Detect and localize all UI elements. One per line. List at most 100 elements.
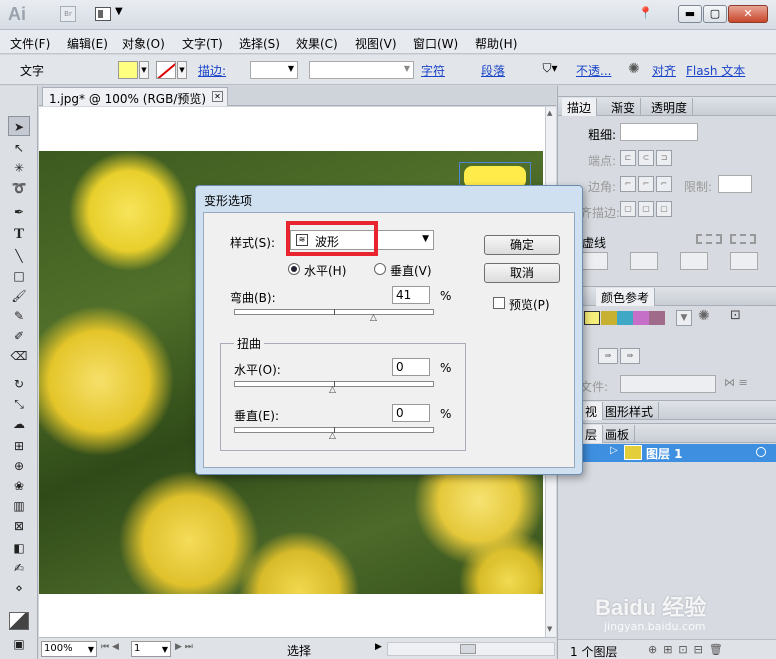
magic-wand-tool-icon[interactable]: ✳ <box>8 158 30 178</box>
horizontal-radio-label[interactable]: 水平(H) <box>304 262 346 279</box>
tab-color-guide[interactable]: 颜色参考 <box>596 288 656 306</box>
ok-button[interactable]: 确定 <box>484 235 560 255</box>
menu-help[interactable]: 帮助(H) <box>475 35 517 52</box>
tab-gradient[interactable]: 渐变 <box>606 98 642 116</box>
color-swatch-4[interactable] <box>633 311 649 325</box>
brush-definition-field[interactable] <box>309 61 414 79</box>
symbol-sprayer-tool-icon[interactable]: ❀ <box>8 476 30 496</box>
align-link[interactable]: 对齐 <box>652 62 676 79</box>
chevron-down-icon[interactable]: ▼ <box>115 6 123 17</box>
stroke-link[interactable]: 描边: <box>198 62 226 79</box>
eyedropper-tool-icon[interactable]: ✍ <box>8 558 30 578</box>
gap-field-1[interactable] <box>630 252 658 270</box>
layer-target-icon[interactable] <box>756 447 766 457</box>
preview-checkbox[interactable] <box>493 297 505 309</box>
bevel-join-icon[interactable]: ⌐ <box>656 176 672 192</box>
fill-stroke-swatch-icon[interactable] <box>9 612 29 630</box>
screen-mode-icon[interactable]: ▣ <box>8 634 30 654</box>
expand-layer-icon[interactable]: ▷ <box>610 445 618 456</box>
fill-color-swatch[interactable] <box>118 61 138 79</box>
scroll-thumb[interactable] <box>460 644 476 654</box>
recolor-artwork-icon[interactable]: ✺ <box>628 61 640 77</box>
tab-artboards[interactable]: 画板 <box>600 425 636 443</box>
recolor-icon[interactable]: ✺ <box>698 308 710 324</box>
bridge-button[interactable]: Br <box>60 6 76 22</box>
column-graph-tool-icon[interactable]: ▥ <box>8 496 30 516</box>
scroll-up-icon[interactable]: ▲ <box>547 109 555 117</box>
distort-vertical-thumb[interactable]: △ <box>329 431 336 441</box>
fill-dropdown[interactable]: ▼ <box>139 61 149 79</box>
round-cap-icon[interactable]: ⊂ <box>638 150 654 166</box>
menu-effect[interactable]: 效果(C) <box>296 35 338 52</box>
color-swatch-5[interactable] <box>649 311 665 325</box>
shape-builder-tool-icon[interactable]: ⊕ <box>8 456 30 476</box>
distort-vertical-input[interactable]: 0 <box>392 404 430 422</box>
graphic-style-icon[interactable]: ⛉▾ <box>540 61 560 79</box>
preview-label[interactable]: 预览(P) <box>509 296 550 313</box>
harmony-rules-dropdown[interactable]: ▼ <box>676 310 692 326</box>
layer-actions-icon[interactable]: ⊕⊞⊡⊟🗑 <box>648 643 729 656</box>
menu-view[interactable]: 视图(V) <box>355 35 397 52</box>
page-prev-icon[interactable]: ⏮ ◀ <box>101 642 119 652</box>
dash-align-icon[interactable] <box>730 234 756 244</box>
horizontal-scrollbar[interactable] <box>387 642 555 656</box>
maximize-button[interactable]: ▢ <box>703 5 727 23</box>
menu-file[interactable]: 文件(F) <box>10 35 50 52</box>
status-menu-icon[interactable]: ▶ <box>375 642 382 652</box>
pen-tool-icon[interactable]: ✒ <box>8 202 30 222</box>
scale-tool-icon[interactable]: ⤡ <box>8 394 30 414</box>
menu-edit[interactable]: 编辑(E) <box>67 35 108 52</box>
blend-tool-icon[interactable]: ⋄ <box>8 578 30 598</box>
save-color-group-icon[interactable]: ⊡ <box>730 308 741 323</box>
bend-slider-thumb[interactable]: △ <box>370 313 377 323</box>
color-swatch-3[interactable] <box>617 311 633 325</box>
round-join-icon[interactable]: ⌐ <box>638 176 654 192</box>
blob-brush-tool-icon[interactable]: ✐ <box>8 326 30 346</box>
line-tool-icon[interactable]: ╲ <box>8 246 30 266</box>
tab-stroke[interactable]: 描边 <box>562 98 598 116</box>
menu-type[interactable]: 文字(T) <box>182 35 223 52</box>
selection-tool-icon[interactable]: ➤ <box>8 116 30 136</box>
minimize-button[interactable]: ▬ <box>678 5 702 23</box>
align-inside-icon[interactable]: ▢ <box>638 201 654 217</box>
dash-field-1[interactable] <box>580 252 608 270</box>
lasso-tool-icon[interactable]: ➰ <box>8 178 30 198</box>
menu-object[interactable]: 对象(O) <box>122 35 165 52</box>
scroll-down-icon[interactable]: ▼ <box>547 625 555 633</box>
page-next-icon[interactable]: ▶ ⏭ <box>175 642 193 652</box>
vertical-radio-label[interactable]: 垂直(V) <box>390 262 432 279</box>
menu-select[interactable]: 选择(S) <box>239 35 280 52</box>
bend-input[interactable]: 41 <box>392 286 430 304</box>
dash-style-icon[interactable] <box>696 234 722 244</box>
direct-selection-tool-icon[interactable]: ↖ <box>8 138 30 158</box>
arrow-left-icon[interactable]: ⇛ <box>598 348 618 364</box>
miter-limit-field[interactable] <box>718 175 752 193</box>
pencil-tool-icon[interactable]: ✎ <box>8 306 30 326</box>
document-tab[interactable]: 1.jpg* @ 100% (RGB/预览) ✕ <box>42 87 228 106</box>
rotate-tool-icon[interactable]: ↻ <box>8 374 30 394</box>
mesh-tool-icon[interactable]: ⊠ <box>8 516 30 536</box>
distort-horizontal-input[interactable]: 0 <box>392 358 430 376</box>
eraser-tool-icon[interactable]: ⌫ <box>8 346 30 366</box>
square-cap-icon[interactable]: ⊐ <box>656 150 672 166</box>
free-transform-tool-icon[interactable]: ⊞ <box>8 436 30 456</box>
close-icon[interactable]: ✕ <box>212 91 223 102</box>
stroke-dropdown[interactable]: ▼ <box>177 61 187 79</box>
pin-icon[interactable]: 📍 <box>638 6 653 20</box>
stroke-weight-select[interactable] <box>620 123 698 141</box>
dash-field-2[interactable] <box>680 252 708 270</box>
flip-icon[interactable]: ⋈ ≡ <box>724 376 748 389</box>
distort-horizontal-thumb[interactable]: △ <box>329 385 336 395</box>
flash-text-link[interactable]: Flash 文本 <box>686 62 745 79</box>
opacity-link[interactable]: 不透... <box>576 62 611 79</box>
align-outside-icon[interactable]: ▢ <box>656 201 672 217</box>
color-swatch-1[interactable] <box>584 311 600 325</box>
paragraph-link[interactable]: 段落 <box>481 62 505 79</box>
paintbrush-tool-icon[interactable]: 🖌 <box>8 286 30 306</box>
character-link[interactable]: 字符 <box>421 62 445 79</box>
warp-tool-icon[interactable]: ☁ <box>8 414 30 434</box>
gradient-tool-icon[interactable]: ◧ <box>8 538 30 558</box>
bend-slider-track[interactable] <box>234 309 434 315</box>
type-tool-icon[interactable]: T <box>8 224 30 244</box>
gap-field-2[interactable] <box>730 252 758 270</box>
